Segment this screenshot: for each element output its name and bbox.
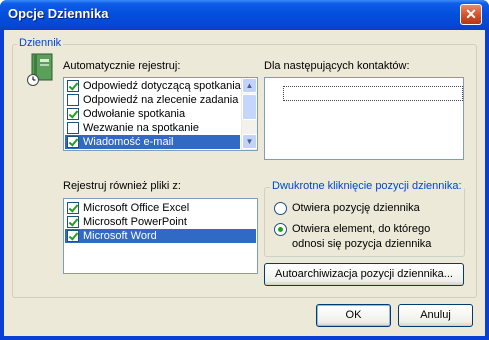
checkbox[interactable] <box>67 136 79 148</box>
double-click-legend: Dwukrotne kliknięcie pozycji dziennika: <box>270 180 464 192</box>
contacts-input[interactable] <box>283 86 463 101</box>
checkbox[interactable] <box>67 108 79 120</box>
radio-open-item[interactable] <box>274 223 287 236</box>
autoarchive-button[interactable]: Autoarchiwizacja pozycji dziennika... <box>264 263 464 286</box>
title-bar[interactable]: Opcje Dziennika ✕ <box>0 0 489 30</box>
dialog-window: Opcje Dziennika ✕ Dziennik Automatycznie… <box>0 0 489 340</box>
files-listbox[interactable]: Microsoft Office Excel Microsoft PowerPo… <box>63 198 258 274</box>
list-item-label: Wiadomość e-mail <box>83 136 174 148</box>
checkbox[interactable] <box>67 202 79 214</box>
ok-button[interactable]: OK <box>316 304 391 327</box>
list-item-label: Microsoft Office Excel <box>83 202 190 214</box>
scrollbar-thumb[interactable] <box>242 94 257 120</box>
dialog-body: Dziennik Automatycznie rejestruj: Odpowi… <box>4 30 485 336</box>
contacts-label: Dla następujących kontaktów: <box>264 60 410 72</box>
list-item[interactable]: Microsoft PowerPoint <box>65 215 256 229</box>
auto-record-label: Automatycznie rejestruj: <box>63 60 181 72</box>
checkbox[interactable] <box>67 122 79 134</box>
contacts-listbox[interactable] <box>264 77 464 160</box>
list-item[interactable]: Odwołanie spotkania <box>65 107 240 121</box>
list-item[interactable]: Wezwanie na spotkanie <box>65 121 240 135</box>
auto-record-listbox[interactable]: Odpowiedź dotyczącą spotkania Odpowiedź … <box>63 77 258 151</box>
checkbox[interactable] <box>67 94 79 106</box>
scroll-down-arrow-icon[interactable]: ▼ <box>242 134 257 149</box>
list-item-label: Microsoft PowerPoint <box>83 216 187 228</box>
list-item[interactable]: Odpowiedź dotyczącą spotkania <box>65 79 241 93</box>
checkbox[interactable] <box>67 216 79 228</box>
radio-open-entry[interactable] <box>274 202 287 215</box>
checkbox[interactable] <box>67 80 79 92</box>
radio-open-item-label-line2[interactable]: odnosi się pozycja dziennika <box>292 238 431 250</box>
radio-open-entry-label[interactable]: Otwiera pozycję dziennika <box>292 202 420 214</box>
window-title: Opcje Dziennika <box>8 6 109 21</box>
cancel-button[interactable]: Anuluj <box>398 304 473 327</box>
close-icon[interactable]: ✕ <box>460 4 482 25</box>
vertical-scrollbar[interactable]: ▲ ▼ <box>241 78 257 150</box>
scroll-up-arrow-icon[interactable]: ▲ <box>242 78 257 93</box>
list-item-label: Odpowiedź dotyczącą spotkania <box>83 80 241 92</box>
list-item-selected[interactable]: Wiadomość e-mail <box>65 135 240 149</box>
list-item-label: Wezwanie na spotkanie <box>83 122 199 134</box>
list-item[interactable]: Microsoft Office Excel <box>65 201 256 215</box>
list-item-label: Odwołanie spotkania <box>83 108 186 120</box>
journal-group-legend: Dziennik <box>17 37 64 49</box>
list-item-label: Microsoft Word <box>83 230 157 242</box>
list-item-label: Odpowiedź na zlecenie zadania <box>83 94 239 106</box>
radio-open-item-label-line1[interactable]: Otwiera element, do którego <box>292 223 430 235</box>
journal-book-icon <box>27 53 53 86</box>
checkbox[interactable] <box>67 230 79 242</box>
list-item-selected[interactable]: Microsoft Word <box>65 229 256 243</box>
files-label: Rejestruj również pliki z: <box>63 180 181 192</box>
list-item[interactable]: Odpowiedź na zlecenie zadania <box>65 93 240 107</box>
